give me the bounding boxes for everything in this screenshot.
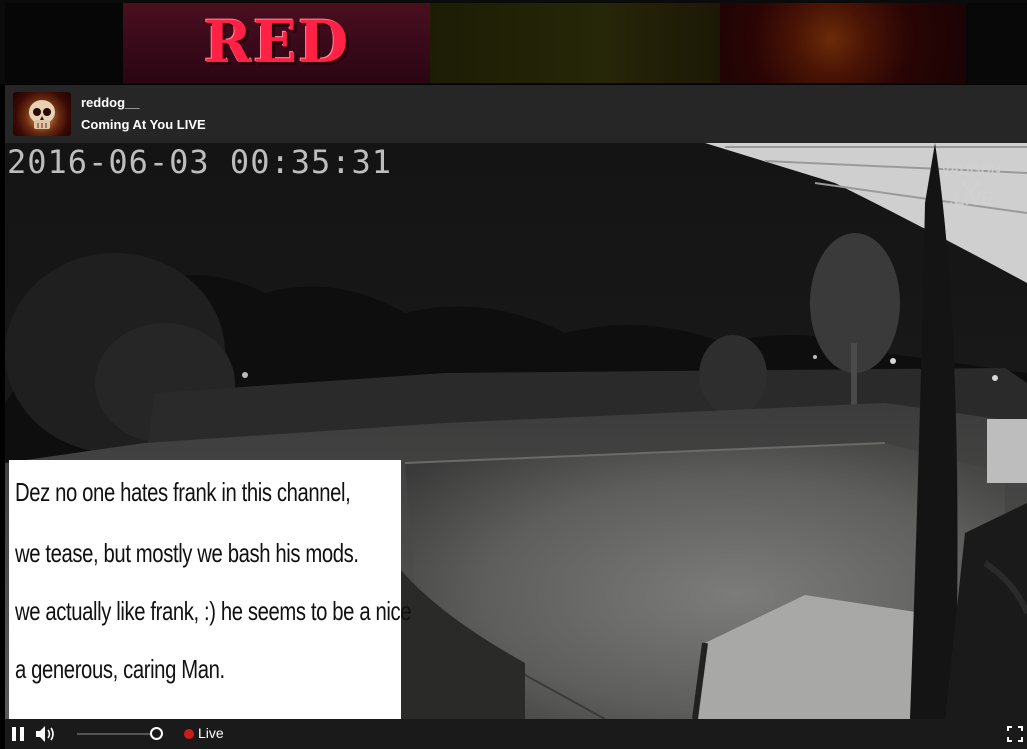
player-control-bar: Live <box>5 719 1027 749</box>
skull-avatar-icon[interactable] <box>13 92 71 136</box>
live-indicator-dot <box>184 729 194 739</box>
chat-line: Dez no one hates frank in this channel, <box>15 477 351 507</box>
chat-line: a generous, caring Man. <box>15 654 225 684</box>
channel-banner: RED DOG <box>0 0 1027 84</box>
chat-line: we tease, but mostly we bash his mods. <box>15 538 359 568</box>
pause-icon[interactable] <box>12 727 26 741</box>
chat-message-overlay: Dez no one hates frank in this channel, … <box>9 460 412 719</box>
video-player[interactable]: 2016-06-03 00:35:31 VAUGHN .LIVE Dez no … <box>5 143 1027 719</box>
channel-name[interactable]: reddog__ <box>81 95 140 110</box>
channel-status: Coming At You LIVE <box>81 117 206 132</box>
dog-logo-icon <box>961 180 981 195</box>
vaughn-live-watermark: VAUGHN .LIVE <box>933 161 1009 208</box>
volume-slider-track[interactable] <box>77 733 157 735</box>
channel-info-bar: reddog__ Coming At You LIVE <box>5 85 1027 143</box>
chat-line: we actually like frank, :) he seems to b… <box>15 596 412 626</box>
banner-middle-panel <box>430 3 720 83</box>
watermark-brand: VAUGHN <box>941 161 1001 177</box>
banner-logo: RED DOG <box>123 3 430 83</box>
fullscreen-icon[interactable] <box>1007 726 1023 742</box>
banner-title: RED DOG <box>200 8 352 83</box>
camera-timestamp: 2016-06-03 00:35:31 <box>7 143 393 181</box>
banner-right-panel <box>720 3 966 83</box>
live-label: Live <box>198 725 224 741</box>
volume-slider-handle[interactable] <box>150 727 163 740</box>
banner-end-panel <box>966 3 1027 83</box>
banner-left-panel <box>5 3 123 83</box>
volume-icon[interactable] <box>35 725 57 743</box>
